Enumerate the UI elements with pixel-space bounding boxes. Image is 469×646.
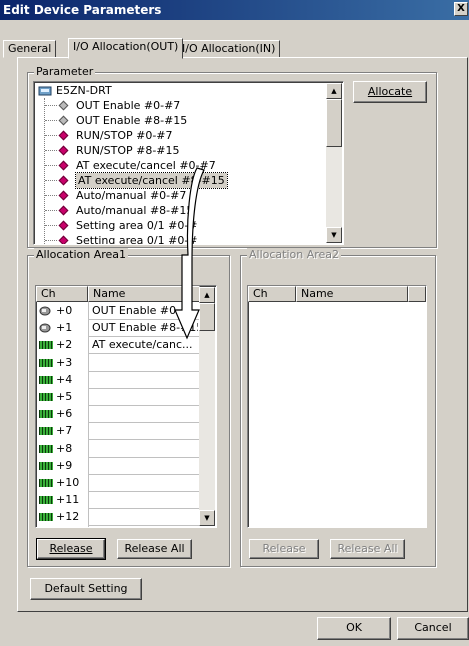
tab-io-allocation-out[interactable]: I/O Allocation(OUT) xyxy=(68,38,184,59)
drag-arrow-icon xyxy=(174,167,205,340)
